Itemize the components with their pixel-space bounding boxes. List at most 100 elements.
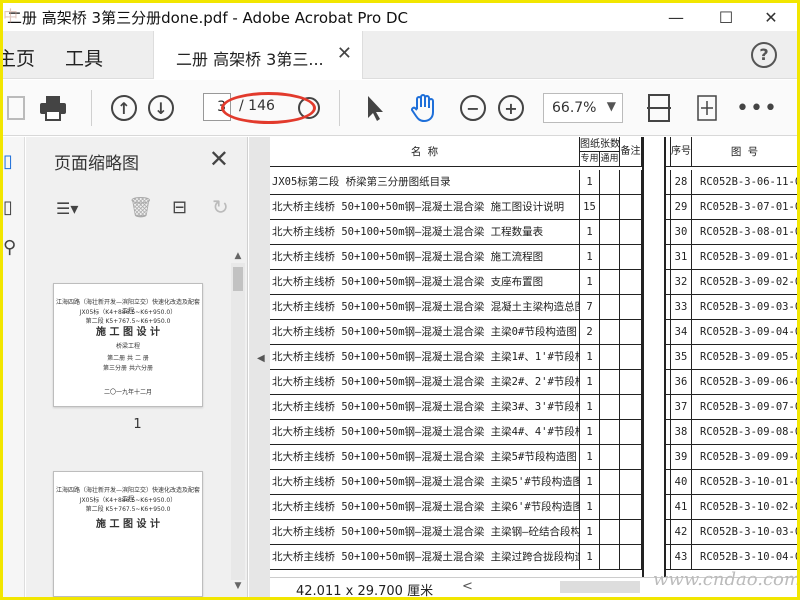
- cell-general: [600, 545, 620, 570]
- cell-code: RC052B-3-09-09-0: [700, 451, 797, 463]
- attachments-icon[interactable]: ⚲: [3, 237, 23, 267]
- close-window-icon[interactable]: ✕: [748, 3, 794, 31]
- cell-general: [600, 395, 620, 420]
- cell-count: 1: [580, 220, 600, 245]
- cell-general: [600, 345, 620, 370]
- table-row: 北大桥主线桥 50+100+50m钢—混凝土混合梁 工程数量表 1 30 RC052B…: [270, 220, 797, 245]
- minimize-icon[interactable]: —: [653, 3, 699, 31]
- cell-general: [600, 220, 620, 245]
- cell-remark: [620, 470, 642, 495]
- cell-general: [600, 520, 620, 545]
- collapse-panel-icon[interactable]: ◀: [257, 353, 265, 364]
- close-tab-icon[interactable]: ✕: [337, 43, 352, 64]
- cell-name: 北大桥主线桥 50+100+50m钢—混凝土混合梁 主梁钢—砼结合段构造图: [270, 520, 580, 545]
- options-menu-icon[interactable]: ☰▾: [56, 199, 78, 218]
- cell-name: 北大桥主线桥 50+100+50m钢—混凝土混合梁 主梁3#、3'#节段构造图: [270, 395, 580, 420]
- rotate-icon[interactable]: ↻: [212, 195, 229, 219]
- scroll-left-icon[interactable]: <: [462, 579, 473, 594]
- thumbnail-page-2[interactable]: 江海四路（海壮新开发—滨阳立交）快速化改造及配套工程 JX05标（K4+886.…: [53, 471, 203, 597]
- cell-seq: 41: [670, 495, 692, 520]
- table-row: 北大桥主线桥 50+100+50m钢—混凝土混合梁 混凝土主梁构造总图 7 33 RC…: [270, 295, 797, 320]
- select-cursor-icon[interactable]: [359, 92, 391, 124]
- thumbnail-page-1[interactable]: 江海四路（海壮新开发—滨阳立交）快速化改造及配套工程 JX05标（K4+886.…: [53, 283, 203, 407]
- cell-code: RC052B-3-09-07-0: [700, 401, 797, 413]
- title-bar: 二册 高架桥 3第三分册done.pdf - Adobe Acrobat Pro…: [3, 3, 797, 31]
- panel-title: 页面缩略图: [54, 154, 139, 174]
- cell-remark: [620, 420, 642, 445]
- window-title: 二册 高架桥 3第三分册done.pdf - Adobe Acrobat Pro…: [7, 9, 408, 27]
- thumb-line: 二〇一九年十二月: [103, 389, 152, 396]
- delete-icon[interactable]: 🗑: [128, 195, 153, 219]
- print-icon[interactable]: [37, 92, 69, 124]
- close-panel-icon[interactable]: ✕: [209, 145, 229, 173]
- tools-tab[interactable]: 工具: [65, 44, 103, 71]
- cell-name: 北大桥主线桥 50+100+50m钢—混凝土混合梁 工程数量表: [270, 220, 580, 245]
- cell-remark: [620, 220, 642, 245]
- cell-code: RC052B-3-07-01-0: [700, 201, 797, 213]
- table-row: JX05标第二段 桥梁第三分册图纸目录 1 28 RC052B-3-06-11-0: [270, 170, 797, 195]
- cell-code: RC052B-3-09-01-0: [700, 251, 797, 263]
- cell-name: 北大桥主线桥 50+100+50m钢—混凝土混合梁 主梁5'#节段构造图: [270, 470, 580, 495]
- zoom-dropdown[interactable]: 66.7% ▼: [543, 93, 623, 123]
- fit-page-icon[interactable]: [643, 92, 675, 124]
- hand-tool-icon[interactable]: [407, 92, 439, 124]
- document-tab[interactable]: 二册 高架桥 3第三... ✕: [153, 31, 363, 79]
- table-row: 北大桥主线桥 50+100+50m钢—混凝土混合梁 主梁0#节段构造图 2 34 RC…: [270, 320, 797, 345]
- zoom-out-icon[interactable]: −: [457, 92, 489, 124]
- maximize-icon[interactable]: ☐: [703, 3, 749, 31]
- cell-count: 1: [580, 520, 600, 545]
- scrollbar-thumb[interactable]: [233, 267, 243, 291]
- cell-name: 北大桥主线桥 50+100+50m钢—混凝土混合梁 主梁2#、2'#节段构造图: [270, 370, 580, 395]
- zoom-in-icon[interactable]: +: [495, 92, 527, 124]
- scroll-up-icon[interactable]: ▲: [231, 249, 245, 263]
- cell-general: [600, 195, 620, 220]
- thumbnail-scrollbar[interactable]: [231, 263, 245, 580]
- cell-remark: [620, 495, 642, 520]
- cell-count: 1: [580, 420, 600, 445]
- header-name: 名 称: [270, 137, 580, 167]
- cell-code: RC052B-3-09-03-0: [700, 301, 797, 313]
- cell-count: 1: [580, 370, 600, 395]
- full-screen-icon[interactable]: [691, 92, 723, 124]
- cell-general: [600, 295, 620, 320]
- thumb-line: 第二段 K5+767.5~K6+950.0: [85, 506, 171, 513]
- table-row: 北大桥主线桥 50+100+50m钢—混凝土混合梁 主梁3#、3'#节段构造图 1…: [270, 395, 797, 420]
- cell-code: RC052B-3-09-04-0: [700, 326, 797, 338]
- header-remark: 备注: [620, 137, 642, 167]
- table-row: 北大桥主线桥 50+100+50m钢—混凝土混合梁 主梁1#、1'#节段构造图 1…: [270, 345, 797, 370]
- thumb-line: 施 工 图 设 计: [96, 519, 160, 530]
- more-options-icon[interactable]: •••: [736, 92, 777, 124]
- previous-page-icon[interactable]: ↑: [108, 92, 140, 124]
- acrobat-window: 二册 高架桥 3第三分册done.pdf - Adobe Acrobat Pro…: [3, 3, 797, 597]
- help-icon[interactable]: ?: [751, 42, 777, 68]
- cell-general: [600, 495, 620, 520]
- save-icon[interactable]: [3, 92, 31, 124]
- cell-name: 北大桥主线桥 50+100+50m钢—混凝土混合梁 主梁4#、4'#节段构造图: [270, 420, 580, 445]
- cell-general: [600, 420, 620, 445]
- cell-general: [600, 370, 620, 395]
- page-thumbnails-icon[interactable]: ▯: [3, 151, 23, 181]
- split-page-icon[interactable]: ⊟: [172, 197, 187, 218]
- cell-count: 15: [580, 195, 600, 220]
- cell-seq: 35: [670, 345, 692, 370]
- header-dedicated: 专用: [580, 152, 600, 167]
- next-page-icon[interactable]: ↓: [145, 92, 177, 124]
- cell-remark: [620, 445, 642, 470]
- pdf-page: 名 称 图纸张数 专用 通用 备注 序号 图 号 JX05标第二段 桥梁第三分册…: [270, 137, 797, 577]
- thumb-line: JX05标（K4+886.5~K6+950.0）: [79, 497, 177, 504]
- thumb-line: 第二段 K5+767.5~K6+950.0: [85, 318, 171, 325]
- cell-seq: 31: [670, 245, 692, 270]
- home-tab[interactable]: 主页: [3, 44, 35, 71]
- cell-remark: [620, 345, 642, 370]
- cell-code: RC052B-3-10-01-0: [700, 476, 797, 488]
- table-row: 北大桥主线桥 50+100+50m钢—混凝土混合梁 施工图设计说明 15 29 RC0…: [270, 195, 797, 220]
- cell-remark: [620, 170, 642, 195]
- horizontal-scrollbar[interactable]: [560, 581, 640, 593]
- scroll-down-icon[interactable]: ▼: [231, 579, 245, 593]
- cell-count: 1: [580, 545, 600, 570]
- cell-code: RC052B-3-09-02-0: [700, 276, 797, 288]
- cell-code: RC052B-3-10-02-0: [700, 501, 797, 513]
- cell-seq: 40: [670, 470, 692, 495]
- page-dimensions: 42.011 x 29.700 厘米: [296, 584, 434, 597]
- bookmarks-icon[interactable]: ▯: [3, 197, 23, 227]
